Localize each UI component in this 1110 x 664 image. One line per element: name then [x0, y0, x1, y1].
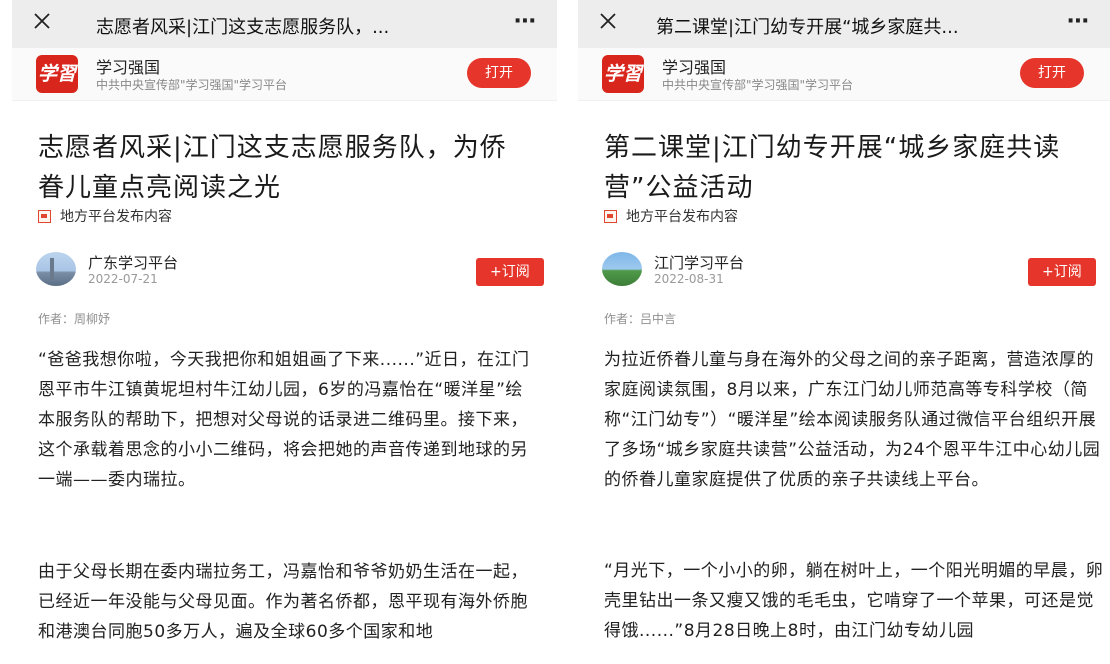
app-name: 学习强国: [96, 58, 161, 77]
article-paragraph: 由于父母长期在委内瑞拉务工，冯嘉怡和爷爷奶奶生活在一起，已经近一年没能与父母见面…: [38, 562, 528, 642]
app-banner: 学習 学习强国 中共中央宣传部"学习强国"学习平台 打开: [12, 48, 557, 101]
app-description: 中共中央宣传部"学习强国"学习平台: [662, 78, 854, 92]
source-tag-label: 地方平台发布内容: [60, 209, 172, 225]
window-title: 志愿者风采|江门这支志愿服务队，...: [96, 17, 390, 38]
app-logo: 学習: [36, 55, 78, 93]
article-title: 志愿者风采|江门这支志愿服务队，为侨眷儿童点亮阅读之光: [38, 133, 507, 203]
article-title: 第二课堂|江门幼专开展“城乡家庭共读营”公益活动: [604, 133, 1061, 203]
flag-icon: [604, 209, 617, 223]
app-banner: 学習 学习强国 中共中央宣传部"学习强国"学习平台 打开: [578, 48, 1110, 101]
more-icon[interactable]: ⋯: [1067, 9, 1090, 34]
app-name: 学习强国: [662, 58, 727, 77]
subscribe-button[interactable]: +订阅: [476, 258, 544, 286]
open-app-button[interactable]: 打开: [467, 58, 531, 88]
app-description: 中共中央宣传部"学习强国"学习平台: [96, 78, 288, 92]
article-paragraph: 为拉近侨眷儿童与身在海外的父母之间的亲子距离，营造浓厚的家庭阅读氛围，8月以来，…: [604, 350, 1101, 490]
window-title: 第二课堂|江门幼专开展“城乡家庭共...: [656, 17, 959, 38]
channel-avatar[interactable]: [36, 252, 76, 286]
close-icon[interactable]: [596, 9, 620, 33]
subscribe-button[interactable]: +订阅: [1028, 258, 1096, 286]
channel-name[interactable]: 广东学习平台: [88, 252, 178, 273]
more-icon[interactable]: ⋯: [514, 9, 537, 34]
article-paragraph: “月光下，一个小小的卵，躺在树叶上，一个阳光明媚的早晨，卵壳里钻出一条又瘦又饿的…: [604, 561, 1104, 641]
channel-name[interactable]: 江门学习平台: [654, 252, 744, 273]
author-line: 作者：周柳妤: [38, 312, 111, 326]
app-logo: 学習: [602, 55, 644, 93]
author-line: 作者：吕中言: [604, 312, 677, 326]
article-paragraph: “爸爸我想你啦，今天我把你和姐姐画了下来......”近日，在江门恩平市牛江镇黄…: [38, 350, 530, 490]
article-panel-right: 第二课堂|江门幼专开展“城乡家庭共... ⋯ 学習 学习强国 中共中央宣传部"学…: [578, 0, 1110, 664]
channel-row: 江门学习平台 2022-08-31 +订阅: [602, 250, 1110, 290]
publish-date: 2022-07-21: [88, 272, 158, 286]
window-titlebar: 第二课堂|江门幼专开展“城乡家庭共... ⋯: [578, 0, 1110, 48]
open-app-button[interactable]: 打开: [1020, 58, 1084, 88]
flag-icon: [38, 209, 51, 223]
source-tag: 地方平台发布内容: [38, 206, 172, 226]
article-panel-left: 志愿者风采|江门这支志愿服务队，... ⋯ 学習 学习强国 中共中央宣传部"学习…: [12, 0, 557, 664]
publish-date: 2022-08-31: [654, 272, 724, 286]
source-tag: 地方平台发布内容: [604, 206, 738, 226]
channel-avatar[interactable]: [602, 252, 642, 286]
close-icon[interactable]: [30, 9, 54, 33]
source-tag-label: 地方平台发布内容: [626, 209, 738, 225]
window-titlebar: 志愿者风采|江门这支志愿服务队，... ⋯: [12, 0, 557, 48]
channel-row: 广东学习平台 2022-07-21 +订阅: [36, 250, 556, 290]
